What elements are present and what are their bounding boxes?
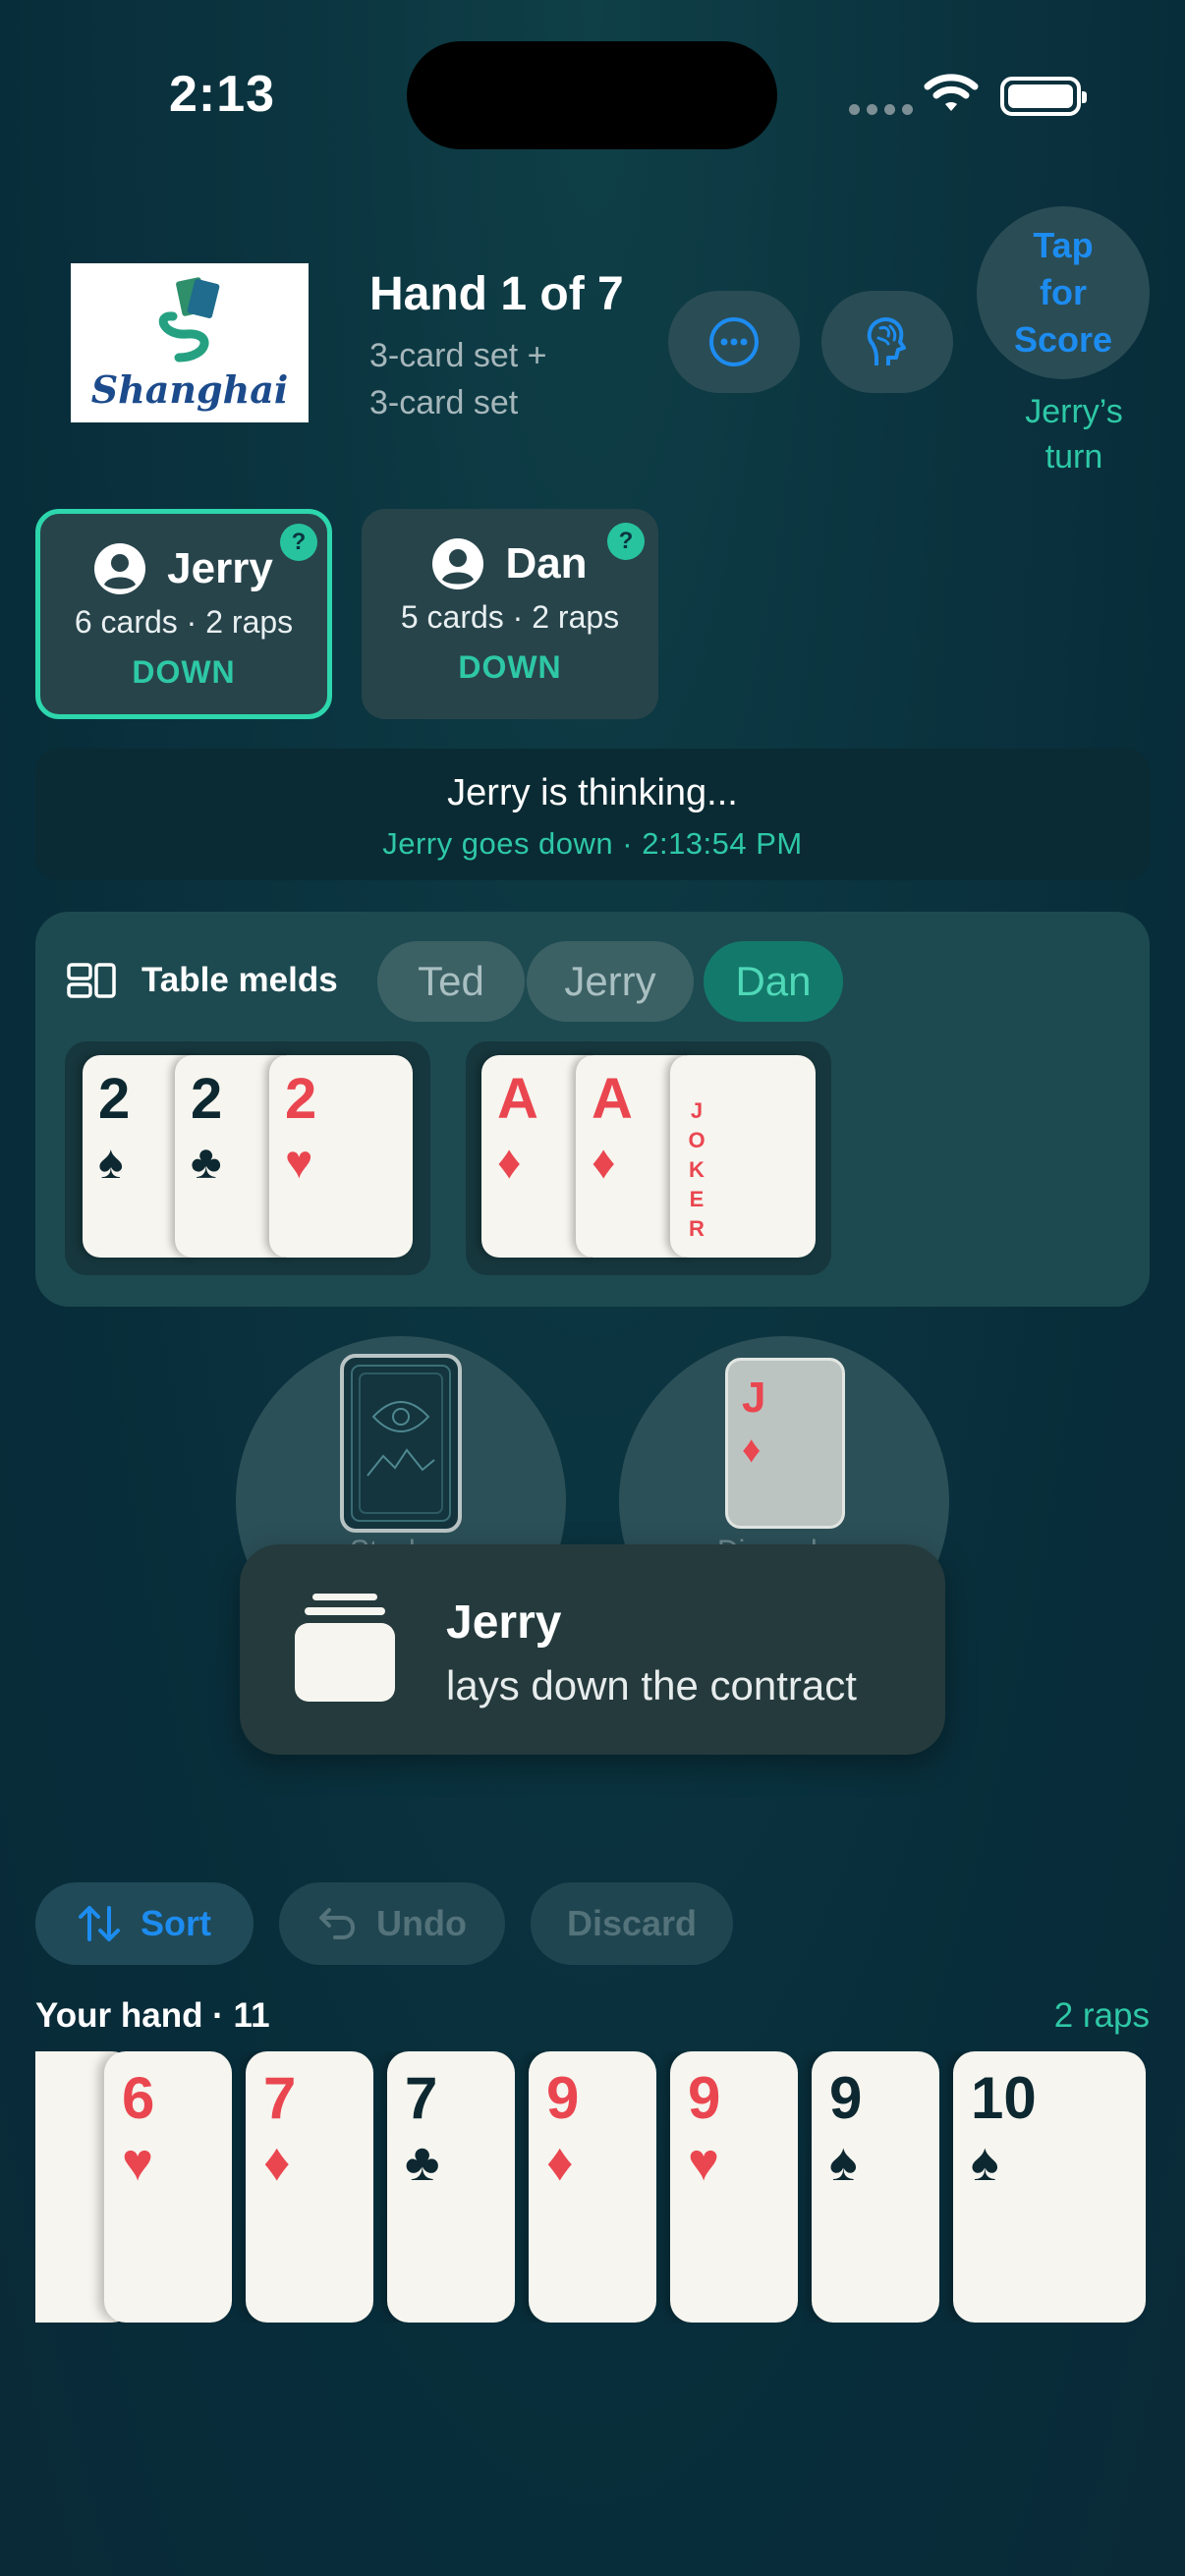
card-suit: ♠ <box>971 2133 999 2192</box>
joker-card: JOKER <box>670 1055 816 1258</box>
card-rank: 7 <box>263 2065 297 2131</box>
card-rank: 2 <box>285 1067 317 1131</box>
turn-line-1: Jerry’s <box>1025 393 1123 430</box>
meld-tab-ted[interactable]: Ted <box>377 941 525 1022</box>
player-status: DOWN <box>458 649 562 685</box>
shanghai-logo: Shanghai <box>71 263 309 422</box>
raps-count: 2 raps <box>1053 1996 1150 2035</box>
banner-event: Jerry goes down · 2:13:54 PM <box>382 826 803 861</box>
card-rank: 2 <box>191 1067 223 1131</box>
hand-card[interactable]: 7 ♦ <box>246 2051 373 2323</box>
help-badge[interactable]: ? <box>607 523 645 560</box>
activity-banner: Jerry is thinking... Jerry goes down · 2… <box>35 749 1150 880</box>
melds-label: Table melds <box>141 961 338 999</box>
card-suit: ♠ <box>829 2133 858 2192</box>
card-rank: J <box>742 1373 766 1422</box>
player-name: Dan <box>505 539 588 588</box>
score-label-3: Score <box>1013 319 1113 360</box>
score-label-2: for <box>1040 272 1087 312</box>
meld-card: 2 ♥ <box>269 1055 413 1258</box>
cards-stack-icon <box>293 1592 397 1708</box>
hand-card[interactable]: 7 ♣ <box>387 2051 515 2323</box>
discard-button[interactable]: Discard <box>531 1882 733 1965</box>
contract-line-1: 3-card set + <box>369 337 547 374</box>
contract-line-2: 3-card set <box>369 384 519 421</box>
hand-contract: 3-card set + 3-card set <box>369 332 546 426</box>
card-rank: 9 <box>829 2065 863 2131</box>
card-suit: ♦ <box>263 2133 291 2192</box>
sort-arrows-icon <box>79 1906 120 1941</box>
card-suit: ♦ <box>592 1137 616 1189</box>
person-circle-icon <box>432 538 484 589</box>
person-circle-icon <box>94 543 146 594</box>
joker-label: JOKER <box>688 1098 705 1241</box>
player-card-dan[interactable]: ? Dan 5 cards · 2 raps DOWN <box>362 509 658 719</box>
hand-count: Your hand · 11 <box>35 1996 270 2035</box>
player-card-jerry[interactable]: ? Jerry 6 cards · 2 raps DOWN <box>35 509 332 719</box>
player-name: Jerry <box>167 544 273 592</box>
turn-line-2: turn <box>1044 438 1103 476</box>
card-back-pattern-icon <box>351 1365 451 1522</box>
player-status: DOWN <box>132 654 236 690</box>
undo-button[interactable]: Undo <box>279 1882 505 1965</box>
wifi-icon <box>924 73 979 119</box>
hand-card[interactable]: 6 ♥ <box>104 2051 232 2323</box>
more-button[interactable] <box>668 291 800 393</box>
signal-dots-icon <box>849 104 913 115</box>
card-rank: 10 <box>971 2065 1037 2131</box>
card-suit: ♥ <box>285 1137 313 1189</box>
player-hand: 6 ♥ 7 ♦ 7 ♣ 9 ♦ 9 ♥ 9 ♠ 10 ♠ <box>35 2051 1146 2323</box>
card-rank: A <box>592 1067 633 1131</box>
card-suit: ♣ <box>405 2133 440 2192</box>
card-suit: ♠ <box>98 1137 124 1189</box>
hand-card[interactable]: 9 ♠ <box>812 2051 939 2323</box>
discard-top-card[interactable]: J ♦ <box>725 1358 845 1529</box>
card-suit: ♥ <box>688 2133 720 2192</box>
toast-title: Jerry <box>446 1596 562 1649</box>
turn-indicator: Jerry’s turn <box>1000 389 1148 479</box>
score-button[interactable]: Tap for Score <box>977 206 1150 379</box>
card-suit: ♦ <box>742 1429 762 1471</box>
card-suit: ♥ <box>122 2133 154 2192</box>
card-rank: A <box>497 1067 538 1131</box>
table-melds-header: Table melds <box>67 961 338 1000</box>
meld-group-2[interactable]: A ♦ A ♦ JOKER <box>466 1041 831 1275</box>
hand-card[interactable]: 9 ♦ <box>529 2051 656 2323</box>
undo-label: Undo <box>376 1903 467 1943</box>
score-label-1: Tap <box>1033 225 1094 265</box>
brain-icon <box>867 317 906 365</box>
card-suit: ♦ <box>497 1137 522 1189</box>
ellipsis-circle-icon <box>709 317 759 366</box>
card-rank: 9 <box>546 2065 580 2131</box>
hand-title: Hand 1 of 7 <box>369 268 624 320</box>
melds-layout-icon <box>67 963 116 998</box>
card-rank: 9 <box>688 2065 721 2131</box>
card-suit: ♣ <box>191 1137 222 1189</box>
status-time: 2:13 <box>169 66 276 123</box>
logo-text: Shanghai <box>90 366 289 412</box>
battery-icon <box>1000 77 1087 116</box>
help-badge[interactable]: ? <box>280 524 317 561</box>
hand-card[interactable]: 10 ♠ <box>953 2051 1146 2323</box>
toast-message: lays down the contract <box>446 1662 857 1708</box>
undo-arrow-icon <box>319 1908 356 1939</box>
card-rank: 2 <box>98 1067 131 1131</box>
card-rank: 6 <box>122 2065 155 2131</box>
sort-button[interactable]: Sort <box>35 1882 254 1965</box>
card-suit: ♦ <box>546 2133 574 2192</box>
logo-cards-icon <box>158 276 220 362</box>
meld-tab-dan[interactable]: Dan <box>704 941 843 1022</box>
meld-group-1[interactable]: 2 ♠ 2 ♣ 2 ♥ <box>65 1041 430 1275</box>
hand-card[interactable]: 9 ♥ <box>670 2051 798 2323</box>
stock-card-back[interactable] <box>340 1354 462 1533</box>
card-rank: 7 <box>405 2065 438 2131</box>
dynamic-island <box>407 41 777 149</box>
banner-message: Jerry is thinking... <box>447 772 738 813</box>
meld-tab-jerry[interactable]: Jerry <box>527 941 694 1022</box>
sort-label: Sort <box>141 1903 211 1943</box>
player-info: 6 cards · 2 raps <box>74 604 294 640</box>
hint-button[interactable] <box>821 291 953 393</box>
player-info: 5 cards · 2 raps <box>400 599 620 635</box>
